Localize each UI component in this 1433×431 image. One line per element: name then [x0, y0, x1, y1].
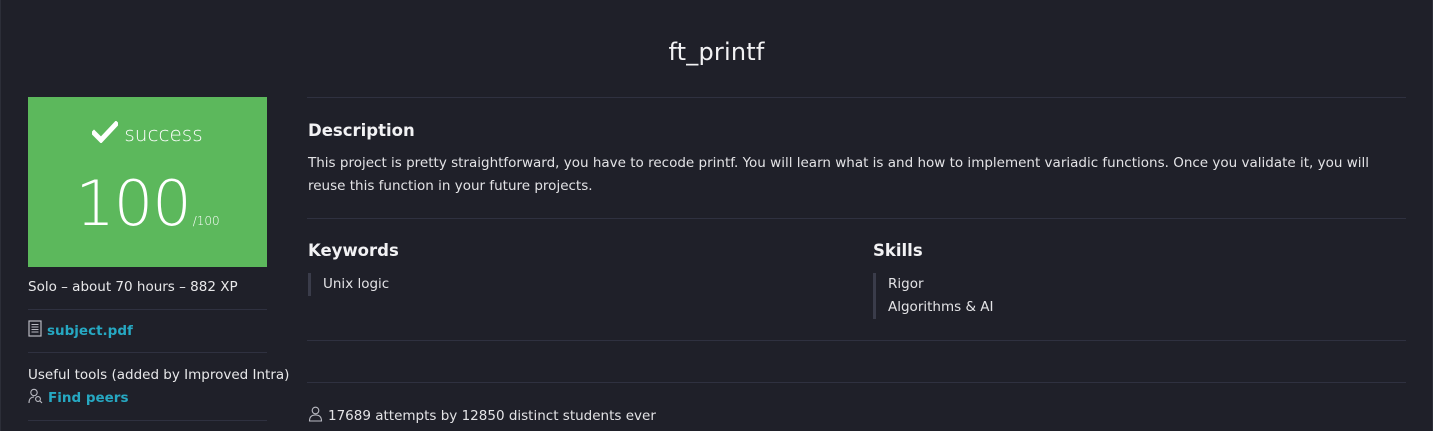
- score-card: success 100/100: [28, 97, 267, 267]
- subject-attachment[interactable]: subject.pdf: [28, 320, 133, 341]
- check-icon: [90, 120, 120, 148]
- status-text: success: [124, 122, 203, 146]
- useful-tools-label: Useful tools (added by Improved Intra): [28, 367, 290, 383]
- project-page: ft_printf success 100/100 Solo – about 7…: [0, 0, 1433, 431]
- subject-pdf-link[interactable]: subject.pdf: [47, 323, 133, 339]
- user-search-icon: [28, 388, 43, 408]
- section-divider: [307, 382, 1406, 383]
- find-peers-link[interactable]: Find peers: [48, 390, 129, 406]
- score-max: /100: [192, 214, 220, 228]
- description-text: This project is pretty straightforward, …: [308, 155, 1370, 194]
- skill-item: Rigor: [888, 276, 924, 292]
- left-divider: [28, 309, 267, 310]
- keywords-heading: Keywords: [308, 241, 399, 260]
- page-title: ft_printf: [668, 38, 765, 66]
- find-peers-row[interactable]: Find peers: [28, 388, 129, 408]
- user-icon: [308, 406, 323, 426]
- left-divider: [28, 420, 267, 421]
- left-divider: [28, 352, 267, 353]
- document-icon: [28, 320, 42, 341]
- attempts-stats: 17689 attempts by 12850 distinct student…: [308, 406, 656, 426]
- section-divider: [307, 97, 1406, 98]
- skills-list: Rigor Algorithms & AI: [873, 273, 993, 319]
- keyword-item: Unix logic: [323, 276, 390, 292]
- skill-item: Algorithms & AI: [888, 299, 994, 315]
- keywords-list: Unix logic: [308, 273, 389, 296]
- attempts-text: 17689 attempts by 12850 distinct student…: [328, 408, 656, 424]
- score-line: 100/100: [28, 167, 267, 240]
- section-divider: [307, 218, 1406, 219]
- project-meta: Solo – about 70 hours – 882 XP: [28, 279, 238, 295]
- score-value: 100: [75, 167, 191, 240]
- status-line: success: [28, 120, 267, 148]
- description-heading: Description: [308, 121, 415, 140]
- section-divider: [307, 340, 1406, 341]
- skills-heading: Skills: [873, 241, 923, 260]
